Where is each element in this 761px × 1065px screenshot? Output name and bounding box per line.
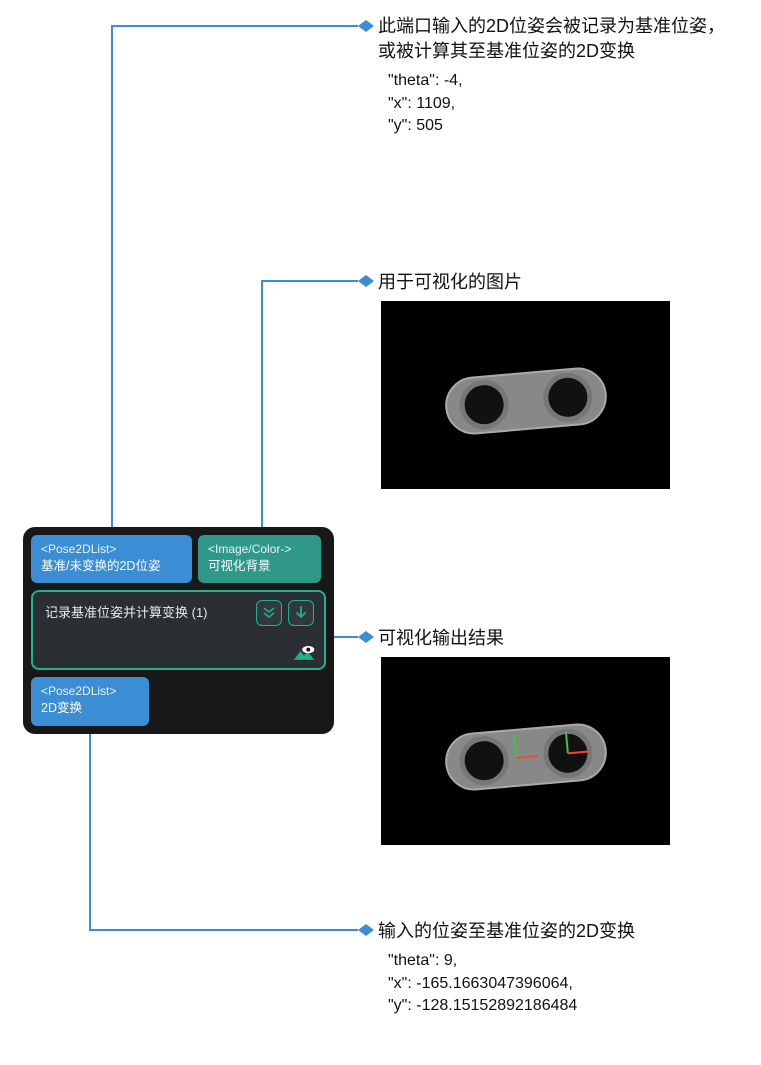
port-label: 基准/未变换的2D位姿 <box>41 558 182 576</box>
input-port-pose2dlist[interactable]: <Pose2DList> 基准/未变换的2D位姿 <box>31 535 192 583</box>
download-button[interactable] <box>288 600 314 626</box>
port-type-label: <Pose2DList> <box>41 541 182 558</box>
annotation-title: 输入的位姿至基准位姿的2D变换 <box>378 919 738 944</box>
port-type-label: <Image/Color-> <box>208 541 311 558</box>
annotation-title: 用于可视化的图片 <box>378 270 522 295</box>
annotation-title: 此端口输入的2D位姿会被记录为基准位姿，或被计算其至基准位姿的2D变换 <box>378 14 730 64</box>
collapse-button[interactable] <box>256 600 282 626</box>
arrow-down-icon <box>293 605 309 621</box>
annotation-title: 可视化输出结果 <box>378 626 504 651</box>
annotation-code: "theta": 9, "x": -165.1663047396064, "y"… <box>378 950 738 1017</box>
node-body: 记录基准位姿并计算变换 (1) <box>31 590 326 670</box>
port-type-label: <Pose2DList> <box>41 683 139 700</box>
annotation-output-visual: 可视化输出结果 <box>378 626 504 651</box>
part-image-with-axes-icon <box>381 657 670 845</box>
visualize-output-icon[interactable] <box>292 644 316 662</box>
node-title: 记录基准位姿并计算变换 (1) <box>45 605 208 620</box>
annotation-input-image: 用于可视化的图片 <box>378 270 522 295</box>
input-port-image[interactable]: <Image/Color-> 可视化背景 <box>198 535 321 583</box>
node-block: <Pose2DList> 基准/未变换的2D位姿 <Image/Color-> … <box>23 527 334 734</box>
port-label: 2D变换 <box>41 700 139 718</box>
annotation-output-image-preview <box>381 657 670 845</box>
part-image-icon <box>381 301 670 489</box>
chevrons-down-icon <box>261 605 277 621</box>
annotation-output-pose: 输入的位姿至基准位姿的2D变换 "theta": 9, "x": -165.16… <box>378 919 738 1017</box>
annotation-code: "theta": -4, "x": 1109, "y": 505 <box>378 70 730 137</box>
port-label: 可视化背景 <box>208 558 311 576</box>
annotation-image-preview <box>381 301 670 489</box>
annotation-input-pose: 此端口输入的2D位姿会被记录为基准位姿，或被计算其至基准位姿的2D变换 "the… <box>378 14 730 138</box>
output-port-pose2dlist[interactable]: <Pose2DList> 2D变换 <box>31 677 149 725</box>
